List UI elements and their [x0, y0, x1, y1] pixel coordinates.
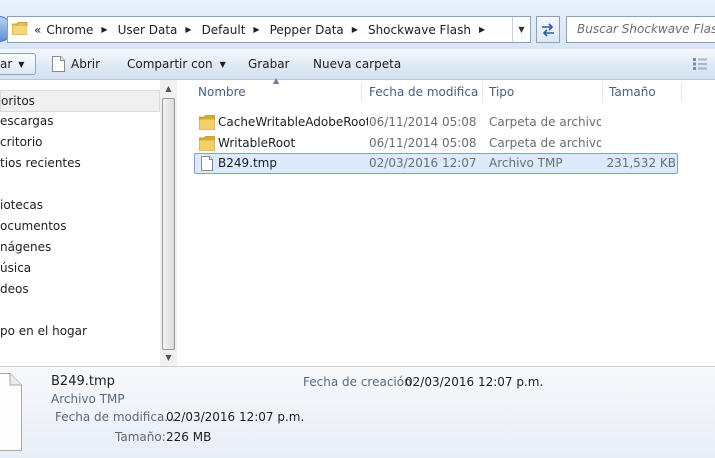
chevron-down-icon: ▼ [18, 59, 25, 69]
address-dropdown-button[interactable]: ▼ [512, 17, 530, 42]
nav-item-videos[interactable]: deos [0, 279, 29, 299]
file-date: 06/11/2014 05:08 a... [369, 115, 481, 129]
column-header-date[interactable]: Fecha de modifica... [369, 80, 479, 104]
refresh-button[interactable] [536, 16, 560, 43]
breadcrumb-item-default[interactable]: Default ▶ [197, 23, 265, 37]
details-pane: B249.tmp Archivo TMP Fecha de modifica..… [0, 366, 715, 458]
details-modified-label: Fecha de modifica... [55, 410, 176, 424]
scroll-down-icon[interactable]: ▼ [160, 349, 177, 366]
command-bar: ar ▼ Abrir Compartir con ▼ Grabar Nueva ca… [0, 49, 715, 80]
file-type: Carpeta de archivos [489, 136, 601, 150]
file-icon [52, 56, 65, 72]
column-header-type[interactable]: Tipo [489, 80, 599, 104]
chevron-right-icon[interactable]: ▶ [253, 25, 259, 34]
organize-button[interactable]: ar ▼ [0, 53, 36, 75]
file-name: B249.tmp [218, 156, 277, 170]
refresh-icon [542, 22, 554, 37]
chevron-right-icon[interactable]: ▶ [101, 25, 107, 34]
file-name: WritableRoot [218, 136, 296, 150]
new-folder-button[interactable]: Nueva carpeta [313, 49, 401, 79]
nav-item-desktop[interactable]: critorio [0, 132, 43, 152]
navigation-pane: oritos escargas critorio tios recientes … [0, 80, 179, 366]
breadcrumb-item-chrome[interactable]: Chrome ▶ [41, 23, 112, 37]
file-size [604, 133, 674, 154]
folder-icon [199, 136, 215, 151]
address-area: « Chrome ▶ User Data ▶ Default ▶ Pepper Dat… [0, 0, 715, 49]
scroll-thumb[interactable] [162, 98, 175, 350]
chevron-down-icon: ▼ [219, 59, 226, 69]
chevron-right-icon[interactable]: ▶ [479, 25, 485, 34]
column-divider[interactable] [602, 82, 603, 102]
details-created-value: 02/03/2016 12:07 p.m. [405, 375, 544, 389]
file-icon [201, 156, 213, 171]
file-row[interactable]: CacheWritableAdobeRoot 06/11/2014 05:08 … [194, 112, 678, 133]
details-file-type: Archivo TMP [51, 392, 125, 406]
nav-scrollbar[interactable]: ▲ ▼ [160, 80, 177, 366]
change-view-icon[interactable] [693, 58, 707, 70]
chevron-right-icon[interactable]: ▶ [185, 25, 191, 34]
details-created-label: Fecha de creación: [303, 375, 416, 389]
column-header-size[interactable]: Tamaño [609, 80, 689, 104]
sort-ascending-icon: ▲ [273, 76, 280, 85]
nav-item-music[interactable]: úsica [0, 258, 31, 278]
column-divider[interactable] [681, 82, 682, 102]
file-date: 06/11/2014 05:08 a... [369, 136, 481, 150]
nav-item-homegroup[interactable]: po en el hogar [0, 321, 87, 341]
folder-icon [12, 22, 28, 35]
column-divider[interactable] [482, 82, 483, 102]
breadcrumb-item-pepper-data[interactable]: Pepper Data ▶ [265, 23, 363, 37]
breadcrumb-item-shockwave-flash[interactable]: Shockwave Flash ▶ [363, 23, 490, 37]
nav-item-favorites[interactable]: oritos [0, 90, 160, 112]
nav-item-documents[interactable]: ocumentos [0, 216, 67, 236]
file-type: Archivo TMP [489, 156, 563, 170]
nav-item-downloads[interactable]: escargas [0, 111, 54, 131]
column-divider[interactable] [361, 82, 362, 102]
breadcrumb-overflow[interactable]: « [34, 23, 41, 37]
nav-item-pictures[interactable]: nágenes [0, 237, 51, 257]
file-icon [0, 373, 22, 451]
open-button[interactable]: Abrir [52, 49, 100, 79]
nav-item-libraries[interactable]: iotecas [0, 195, 43, 215]
file-size: 231,532 KB [606, 156, 676, 170]
chevron-right-icon[interactable]: ▶ [352, 25, 358, 34]
share-with-button[interactable]: Compartir con ▼ [127, 49, 226, 79]
scroll-up-icon[interactable]: ▲ [160, 80, 177, 97]
address-bar[interactable]: « Chrome ▶ User Data ▶ Default ▶ Pepper Dat… [7, 16, 531, 43]
file-size [604, 112, 674, 133]
file-date: 02/03/2016 12:07 ... [369, 156, 481, 170]
details-file-name: B249.tmp [51, 374, 115, 389]
details-modified-value: 02/03/2016 12:07 p.m. [166, 410, 305, 424]
file-row[interactable]: WritableRoot 06/11/2014 05:08 a... Carpe… [194, 133, 678, 154]
file-name: CacheWritableAdobeRoot [218, 115, 368, 129]
breadcrumb: « Chrome ▶ User Data ▶ Default ▶ Pepper Dat… [34, 17, 490, 42]
file-row[interactable]: B249.tmp 02/03/2016 12:07 ... Archivo TM… [194, 153, 678, 174]
file-type: Carpeta de archivos [489, 115, 601, 129]
breadcrumb-item-user-data[interactable]: User Data ▶ [113, 23, 197, 37]
burn-button[interactable]: Grabar [248, 49, 290, 79]
folder-icon [199, 115, 215, 130]
details-size-label: Tamaño: [115, 430, 166, 444]
file-list: Nombre ▲ Fecha de modifica... Tipo Tamañ… [178, 76, 715, 366]
search-input[interactable]: Buscar Shockwave Flash [566, 16, 715, 43]
details-size-value: 226 MB [166, 430, 212, 444]
nav-item-recent-places[interactable]: tios recientes [0, 153, 81, 173]
